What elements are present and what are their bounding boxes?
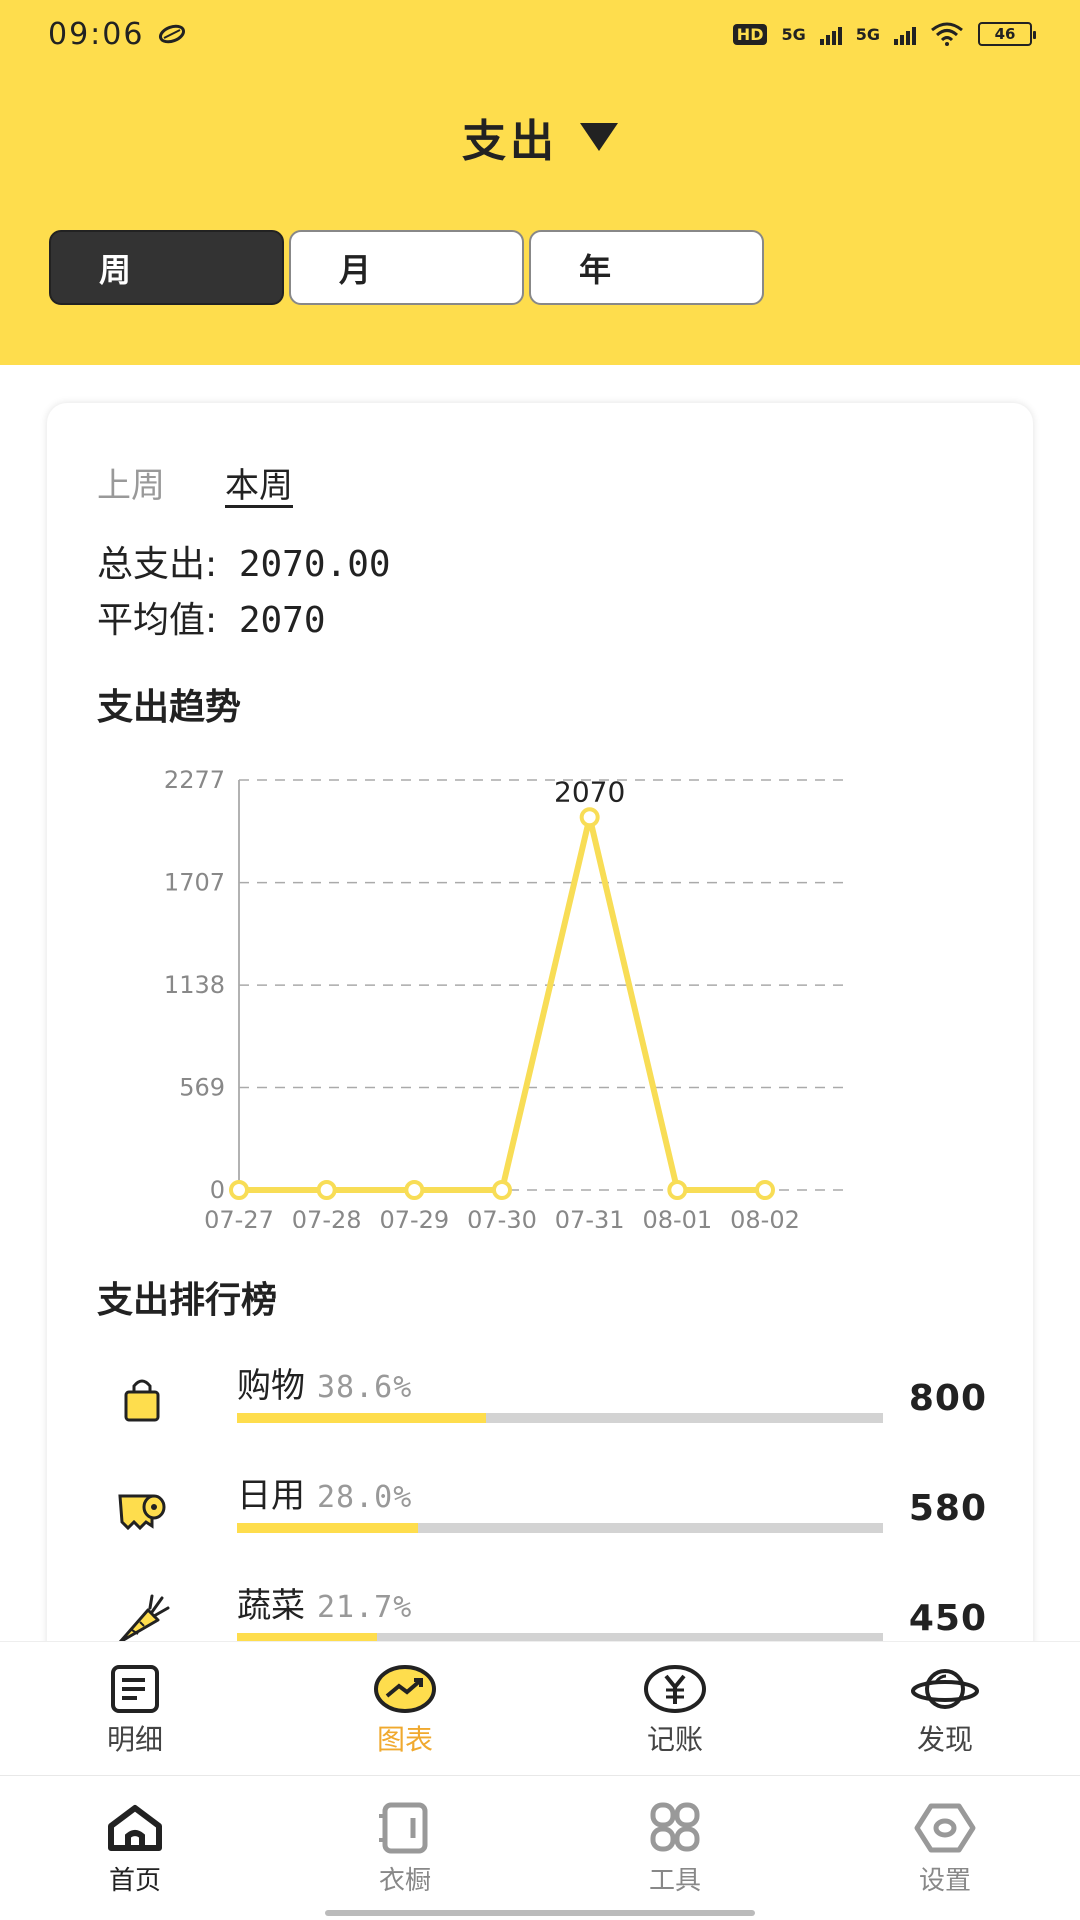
tab-week[interactable]: 周 bbox=[49, 230, 284, 305]
wifi-icon bbox=[931, 22, 963, 46]
period-tabs: 周 月 年 bbox=[49, 230, 764, 305]
battery-icon: 46 bbox=[978, 22, 1036, 46]
rank-progress-fill bbox=[237, 1523, 418, 1533]
network-label-2: 5G bbox=[855, 24, 880, 44]
week-tabs: 上周 本周 bbox=[97, 458, 293, 507]
rank-percent: 21.7% bbox=[317, 1590, 413, 1625]
rank-percent: 28.0% bbox=[317, 1480, 413, 1515]
y-tick-label: 2277 bbox=[164, 766, 225, 794]
y-tick-label: 0 bbox=[210, 1176, 225, 1204]
rank-percent: 38.6% bbox=[317, 1370, 413, 1405]
yen-icon bbox=[644, 1665, 706, 1713]
ranking-title: 支出排行榜 bbox=[97, 1280, 278, 1321]
page-title: 支出 bbox=[462, 116, 558, 167]
signal-icon bbox=[819, 23, 842, 45]
nav-label: 衣橱 bbox=[378, 1866, 431, 1896]
network-label: 5G bbox=[781, 24, 806, 44]
x-tick-label: 07-30 bbox=[467, 1206, 537, 1228]
avg-value: 2070 bbox=[238, 600, 326, 641]
data-point bbox=[667, 1180, 688, 1200]
home-indicator bbox=[325, 1910, 755, 1916]
series-line bbox=[239, 814, 765, 1193]
nav-home[interactable]: 首页 bbox=[0, 1776, 270, 1920]
inner-tab-bar: 明细 图表 记账 发现 bbox=[0, 1641, 1080, 1775]
settings-hex-icon bbox=[914, 1803, 976, 1853]
data-point bbox=[492, 1180, 512, 1200]
y-tick-label: 1138 bbox=[164, 971, 225, 999]
y-tick-label: 1707 bbox=[164, 869, 225, 897]
status-time: 09:06 bbox=[48, 16, 145, 52]
data-point bbox=[316, 1180, 337, 1200]
total-value: 2070.00 bbox=[238, 544, 391, 585]
x-tick-label: 08-02 bbox=[730, 1206, 800, 1228]
signal-icon-2 bbox=[894, 23, 916, 45]
tab-last-week[interactable]: 上周 bbox=[97, 458, 165, 507]
rank-name: 日用 bbox=[237, 1476, 305, 1516]
nav-tools[interactable]: 工具 bbox=[540, 1776, 810, 1920]
rank-name: 蔬菜 bbox=[237, 1586, 305, 1626]
x-tick-label: 07-29 bbox=[379, 1206, 449, 1228]
nav-chart[interactable]: 图表 bbox=[270, 1642, 540, 1775]
data-point bbox=[229, 1180, 249, 1200]
nav-label: 设置 bbox=[918, 1866, 971, 1896]
rank-value: 800 bbox=[908, 1378, 987, 1419]
stats-card: 上周 本周 总支出: 2070.00 平均值: 2070 支出趋势 0 569 11… bbox=[47, 403, 1033, 1703]
nav-details[interactable]: 明细 bbox=[0, 1642, 270, 1775]
rank-value: 580 bbox=[908, 1488, 987, 1529]
tools-grid-icon bbox=[650, 1802, 700, 1852]
total-label: 总支出: bbox=[97, 544, 218, 585]
total-expense: 总支出: 2070.00 bbox=[97, 535, 391, 587]
nav-label: 首页 bbox=[108, 1866, 161, 1896]
rank-value: 450 bbox=[908, 1598, 987, 1639]
nav-wardrobe[interactable]: 衣橱 bbox=[270, 1776, 540, 1920]
data-point bbox=[579, 807, 600, 828]
toilet-paper-icon bbox=[118, 1494, 166, 1531]
x-tick-label: 07-27 bbox=[204, 1206, 274, 1228]
data-point bbox=[404, 1180, 425, 1200]
nav-label: 发现 bbox=[916, 1723, 973, 1756]
rank-progress-fill bbox=[237, 1413, 487, 1423]
trend-line-chart: 0 569 1138 1707 2277 07-27 07-28 07-29 07-30 07-3… bbox=[164, 766, 845, 1228]
tab-this-week[interactable]: 本周 bbox=[225, 458, 293, 507]
rank-row-daily[interactable]: 日用 28.0% 580 bbox=[97, 1468, 987, 1568]
hd-icon: HD bbox=[732, 23, 768, 45]
tab-month[interactable]: 月 bbox=[289, 230, 524, 305]
nav-bookkeeping[interactable]: 记账 bbox=[540, 1642, 810, 1775]
rank-progress-bar bbox=[237, 1523, 883, 1533]
x-tick-label: 07-31 bbox=[555, 1206, 625, 1228]
data-label: 2070 bbox=[554, 775, 625, 808]
data-point bbox=[755, 1180, 775, 1200]
shopping-bag-icon bbox=[124, 1379, 160, 1422]
nav-label: 明细 bbox=[106, 1723, 163, 1756]
trend-title: 支出趋势 bbox=[97, 687, 242, 728]
list-icon bbox=[111, 1665, 159, 1713]
nav-label: 工具 bbox=[648, 1866, 701, 1896]
chart-icon bbox=[374, 1665, 436, 1713]
header: 09:06 HD 5G 5G 46 支出 周 月 年 bbox=[0, 0, 1080, 365]
type-selector[interactable]: 支出 bbox=[0, 105, 1080, 169]
rank-row-shopping[interactable]: 购物 38.6% 800 bbox=[97, 1358, 987, 1458]
y-tick-label: 569 bbox=[179, 1074, 225, 1102]
average-expense: 平均值: 2070 bbox=[97, 591, 326, 643]
nav-label: 记账 bbox=[646, 1723, 703, 1756]
home-icon bbox=[108, 1805, 162, 1851]
planet-icon bbox=[911, 1669, 979, 1709]
nav-discover[interactable]: 发现 bbox=[810, 1642, 1080, 1775]
x-tick-label: 07-28 bbox=[292, 1206, 362, 1228]
app-notification-icon bbox=[159, 24, 186, 44]
wardrobe-icon bbox=[379, 1802, 428, 1854]
nav-settings[interactable]: 设置 bbox=[810, 1776, 1080, 1920]
x-tick-label: 08-01 bbox=[642, 1206, 712, 1228]
bottom-tab-bar: 首页 衣橱 工具 设置 bbox=[0, 1775, 1080, 1920]
rank-progress-bar bbox=[237, 1413, 883, 1423]
caret-down-icon bbox=[580, 123, 618, 151]
nav-label: 图表 bbox=[376, 1723, 433, 1756]
status-bar: 09:06 HD 5G 5G 46 bbox=[48, 14, 1036, 54]
tab-year[interactable]: 年 bbox=[529, 230, 764, 305]
avg-label: 平均值: bbox=[97, 600, 218, 641]
rank-name: 购物 bbox=[237, 1366, 305, 1406]
